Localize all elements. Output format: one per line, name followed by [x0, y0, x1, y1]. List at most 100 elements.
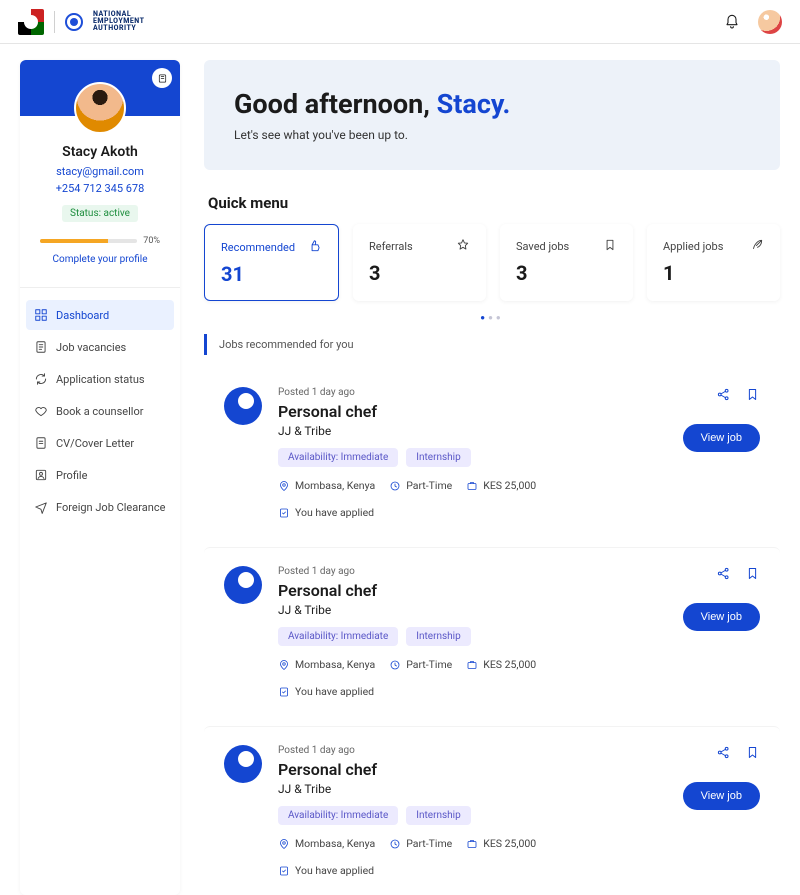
- sidebar-item-book-counsellor[interactable]: Book a counsellor: [26, 396, 174, 426]
- main-content: Good afternoon, Stacy. Let's see what yo…: [204, 60, 780, 895]
- job-applied-badge: You have applied: [278, 685, 374, 698]
- status-badge: Status: active: [62, 205, 138, 222]
- quick-card-value: 1: [663, 261, 764, 285]
- job-tag: Availability: Immediate: [278, 806, 398, 825]
- refresh-icon: [34, 372, 48, 386]
- dashboard-icon: [34, 308, 48, 322]
- sidebar-item-dashboard[interactable]: Dashboard: [26, 300, 174, 330]
- document-icon: [34, 436, 48, 450]
- sidebar-item-profile[interactable]: Profile: [26, 460, 174, 490]
- job-location: Mombasa, Kenya: [278, 837, 375, 850]
- quick-card-value: 31: [221, 262, 322, 286]
- notifications-icon[interactable]: [724, 14, 740, 30]
- quick-card-value: 3: [369, 261, 470, 285]
- job-type: Part-Time: [389, 479, 452, 492]
- company-logo-icon: [224, 566, 262, 604]
- brand-text: NATIONAL EMPLOYMENT AUTHORITY: [93, 11, 144, 32]
- profile-card-body: Stacy Akoth stacy@gmail.com +254 712 345…: [20, 116, 180, 275]
- topbar: NATIONAL EMPLOYMENT AUTHORITY: [0, 0, 800, 44]
- plane-icon: [34, 500, 48, 514]
- bookmark-job-icon[interactable]: [745, 566, 760, 585]
- progress-fill: [40, 239, 108, 243]
- feather-icon: [750, 238, 764, 255]
- edit-profile-icon[interactable]: [152, 68, 172, 88]
- quick-card-applied[interactable]: Applied jobs 1: [647, 224, 780, 301]
- job-tag: Availability: Immediate: [278, 627, 398, 646]
- share-icon[interactable]: [716, 566, 731, 585]
- progress-pct: 70%: [143, 236, 160, 246]
- brand-divider: [54, 11, 55, 33]
- sidebar-item-foreign-clearance[interactable]: Foreign Job Clearance: [26, 492, 174, 522]
- job-card: Posted 1 day ago Personal chef JJ & Trib…: [204, 726, 780, 895]
- user-icon: [34, 468, 48, 482]
- job-location: Mombasa, Kenya: [278, 479, 375, 492]
- sidebar-item-vacancies[interactable]: Job vacancies: [26, 332, 174, 362]
- job-applied-badge: You have applied: [278, 864, 374, 877]
- job-company: JJ & Tribe: [278, 603, 644, 617]
- sidebar-item-label: CV/Cover Letter: [56, 437, 134, 450]
- profile-avatar: [74, 82, 126, 134]
- company-logo-icon: [224, 387, 262, 425]
- carousel-dots[interactable]: ●●●: [204, 313, 780, 322]
- job-tag: Availability: Immediate: [278, 448, 398, 467]
- greeting-subtitle: Let's see what you've been up to.: [234, 128, 750, 142]
- quick-menu-title: Quick menu: [208, 194, 780, 212]
- quick-card-recommended[interactable]: Recommended 31: [204, 224, 339, 301]
- view-job-button[interactable]: View job: [683, 603, 760, 631]
- topbar-avatar[interactable]: [758, 10, 782, 34]
- sidebar-item-label: Book a counsellor: [56, 405, 143, 418]
- brand-block: NATIONAL EMPLOYMENT AUTHORITY: [18, 9, 144, 35]
- star-icon: [456, 238, 470, 255]
- company-logo-icon: [224, 745, 262, 783]
- profile-email[interactable]: stacy@gmail.com: [30, 164, 170, 181]
- sidebar-item-cv[interactable]: CV/Cover Letter: [26, 428, 174, 458]
- quick-card-label: Applied jobs: [663, 240, 723, 253]
- quick-card-saved[interactable]: Saved jobs 3: [500, 224, 633, 301]
- job-type: Part-Time: [389, 837, 452, 850]
- sidebar-item-label: Dashboard: [56, 309, 109, 322]
- job-location: Mombasa, Kenya: [278, 658, 375, 671]
- sidebar-separator: [20, 287, 180, 288]
- heart-icon: [34, 404, 48, 418]
- profile-name: Stacy Akoth: [30, 144, 170, 160]
- job-list: Posted 1 day ago Personal chef JJ & Trib…: [204, 369, 780, 895]
- complete-profile-link[interactable]: Complete your profile: [30, 250, 170, 265]
- job-applied-badge: You have applied: [278, 506, 374, 519]
- job-type: Part-Time: [389, 658, 452, 671]
- sidebar-item-label: Profile: [56, 469, 87, 482]
- sidebar-item-label: Application status: [56, 373, 145, 386]
- job-posted: Posted 1 day ago: [278, 566, 644, 577]
- share-icon[interactable]: [716, 745, 731, 764]
- job-company: JJ & Tribe: [278, 424, 644, 438]
- view-job-button[interactable]: View job: [683, 782, 760, 810]
- coat-of-arms-icon: [18, 9, 44, 35]
- thumbs-up-icon: [308, 239, 322, 256]
- profile-progress: 70%: [40, 236, 160, 246]
- job-salary: KES 25,000: [466, 837, 536, 850]
- job-salary: KES 25,000: [466, 658, 536, 671]
- quick-card-referrals[interactable]: Referrals 3: [353, 224, 486, 301]
- share-icon[interactable]: [716, 387, 731, 406]
- quick-card-label: Referrals: [369, 240, 413, 253]
- nea-logo-icon: [65, 13, 83, 31]
- sidebar-item-application-status[interactable]: Application status: [26, 364, 174, 394]
- view-job-button[interactable]: View job: [683, 424, 760, 452]
- job-company: JJ & Tribe: [278, 782, 644, 796]
- bookmark-job-icon[interactable]: [745, 387, 760, 406]
- quick-card-value: 3: [516, 261, 617, 285]
- sidebar-item-label: Job vacancies: [56, 341, 126, 354]
- job-title: Personal chef: [278, 760, 644, 779]
- bookmark-job-icon[interactable]: [745, 745, 760, 764]
- job-posted: Posted 1 day ago: [278, 387, 644, 398]
- greeting-card: Good afternoon, Stacy. Let's see what yo…: [204, 60, 780, 170]
- job-title: Personal chef: [278, 581, 644, 600]
- job-tag: Internship: [406, 627, 470, 646]
- sidebar-item-label: Foreign Job Clearance: [56, 501, 165, 514]
- quick-card-label: Saved jobs: [516, 240, 569, 253]
- job-card: Posted 1 day ago Personal chef JJ & Trib…: [204, 547, 780, 716]
- profile-card-header: [20, 60, 180, 116]
- job-tag: Internship: [406, 806, 470, 825]
- profile-phone[interactable]: +254 712 345 678: [30, 181, 170, 198]
- sidebar: Stacy Akoth stacy@gmail.com +254 712 345…: [20, 60, 180, 895]
- greeting-name: Stacy.: [437, 88, 511, 120]
